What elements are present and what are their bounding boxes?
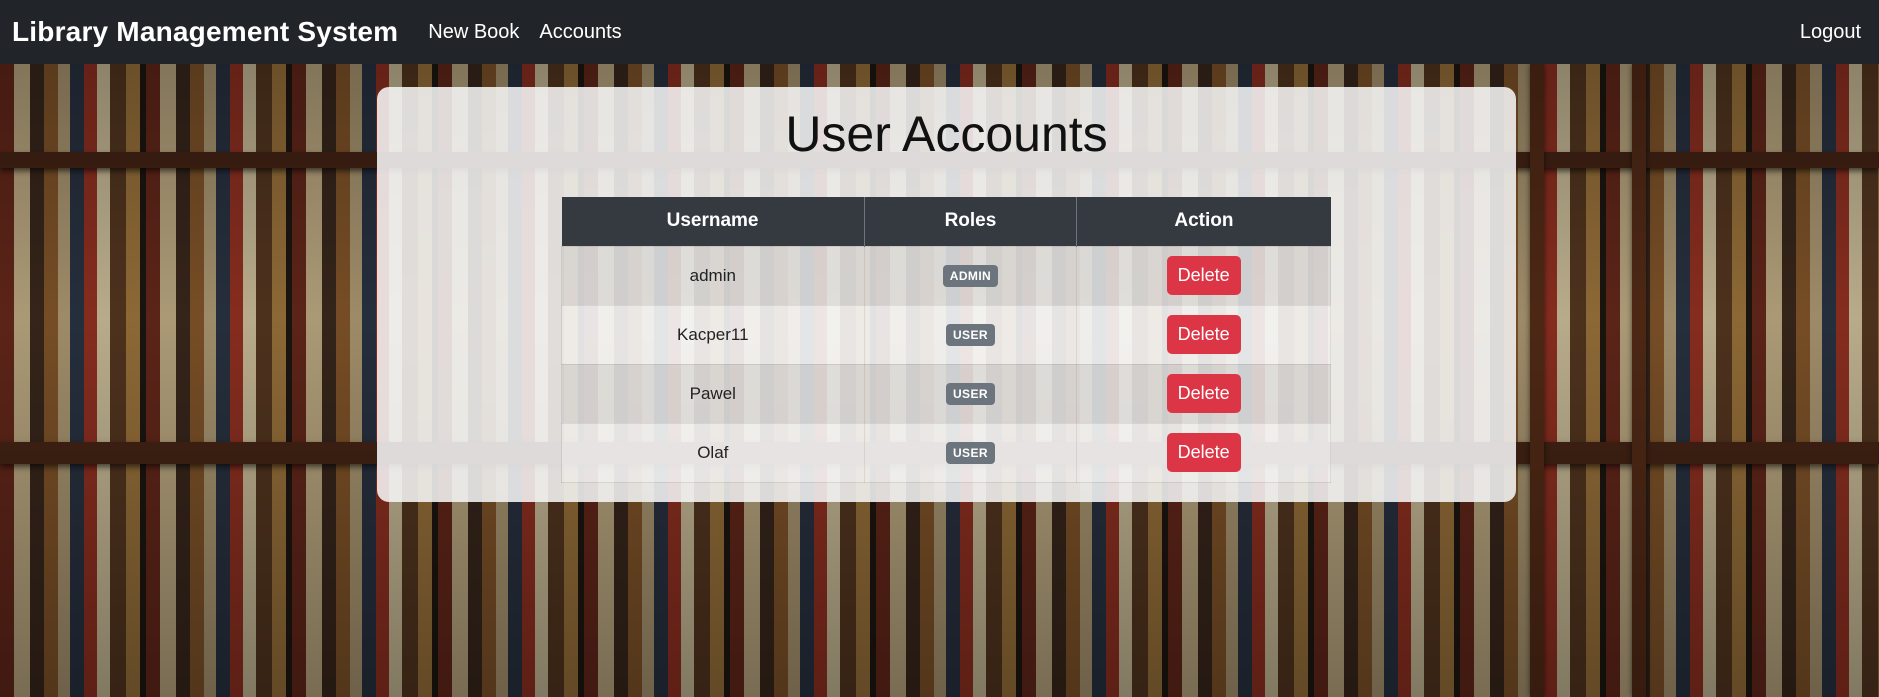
action-cell: Delete — [1076, 304, 1331, 365]
delete-button[interactable]: Delete — [1166, 315, 1241, 354]
logout-link[interactable]: Logout — [1800, 21, 1861, 44]
accounts-card: User Accounts Username Roles Action admi… — [377, 87, 1516, 502]
table-row: Kacper11 USER Delete — [561, 304, 1331, 365]
brand-link[interactable]: Library Management System — [12, 16, 398, 48]
table-row: Pawel USER Delete — [561, 363, 1331, 424]
nav-accounts[interactable]: Accounts — [539, 21, 621, 44]
username-cell: Olaf — [561, 422, 865, 483]
username-cell: Pawel — [561, 363, 865, 424]
table-header-row: Username Roles Action — [561, 197, 1331, 246]
role-badge: USER — [945, 441, 995, 464]
role-cell: ADMIN — [863, 245, 1078, 306]
delete-button[interactable]: Delete — [1166, 374, 1241, 413]
role-badge: USER — [945, 382, 995, 405]
username-cell: Kacper11 — [561, 304, 865, 365]
role-cell: USER — [863, 422, 1078, 483]
delete-button[interactable]: Delete — [1166, 256, 1241, 295]
accounts-table: Username Roles Action admin ADMIN Delete… — [561, 197, 1331, 483]
nav-new-book[interactable]: New Book — [428, 21, 519, 44]
top-navbar: Library Management System New Book Accou… — [0, 0, 1879, 64]
delete-button[interactable]: Delete — [1166, 433, 1241, 472]
table-row: Olaf USER Delete — [561, 422, 1331, 483]
page-title: User Accounts — [785, 106, 1108, 162]
column-header-roles: Roles — [863, 197, 1077, 246]
column-header-action: Action — [1076, 197, 1331, 246]
role-badge: USER — [945, 323, 995, 346]
role-cell: USER — [863, 304, 1078, 365]
role-badge: ADMIN — [942, 264, 999, 287]
action-cell: Delete — [1076, 422, 1331, 483]
role-cell: USER — [863, 363, 1078, 424]
action-cell: Delete — [1076, 363, 1331, 424]
action-cell: Delete — [1076, 245, 1331, 306]
table-row: admin ADMIN Delete — [561, 245, 1331, 306]
username-cell: admin — [561, 245, 865, 306]
column-header-username: Username — [561, 197, 865, 246]
